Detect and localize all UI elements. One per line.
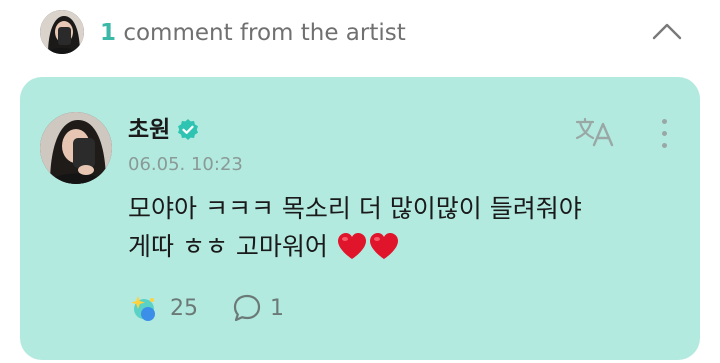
translate-icon [575,117,614,147]
more-vertical-icon [661,118,667,124]
author-row: 초원 [128,115,200,145]
sparkle-like-icon [131,296,155,321]
comments-header-title: 1 comment from the artist [100,18,406,48]
comment-count-label: comment from the artist [123,20,406,46]
author-name[interactable]: 초원 [128,115,170,145]
like-count: 25 [170,295,198,321]
reply-button[interactable]: 1 [232,293,284,323]
chevron-up-icon [652,23,682,40]
comment-timestamp: 06.05. 10:23 [128,154,243,175]
comment-body: 모야아 ㅋㅋㅋ 목소리 더 많이많이 들려줘야 게따 ㅎㅎ 고마워어 [128,190,668,266]
like-button[interactable]: 25 [128,292,198,324]
collapse-button[interactable] [646,12,688,50]
artist-avatar-small[interactable] [40,10,84,54]
red-heart-emoji [336,231,368,261]
comment-count: 1 [100,20,117,46]
more-options-button[interactable] [650,115,678,151]
reply-count: 1 [270,295,284,321]
comment-body-line-2: 게따 ㅎㅎ 고마워어 [128,228,668,266]
verified-badge-icon [176,118,200,142]
author-avatar[interactable] [40,112,112,184]
speech-bubble-icon [233,294,261,322]
translate-button[interactable] [573,115,617,149]
artist-comment-card: 초원 06.05. 10:23 모야아 ㅋㅋㅋ 목소리 더 많이많이 들려줘야 … [20,77,700,360]
comment-body-line-1: 모야아 ㅋㅋㅋ 목소리 더 많이많이 들려줘야 [128,194,582,223]
comments-header: 1 comment from the artist [0,0,720,68]
comment-body-line-2-text: 게따 ㅎㅎ 고마워어 [128,232,328,261]
comment-actions: 25 1 [128,292,284,324]
red-heart-emoji [368,231,400,261]
